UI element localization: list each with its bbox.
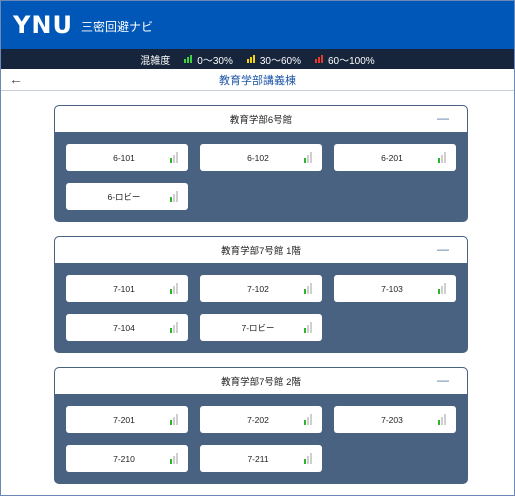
congestion-signal-icon	[438, 283, 446, 294]
collapse-icon[interactable]: —	[437, 111, 449, 125]
app-subtitle: 三密回避ナビ	[80, 20, 153, 34]
room-card[interactable]: 7-210	[66, 445, 188, 472]
room-label: 6-201	[381, 152, 403, 163]
section-header[interactable]: 教育学部6号館 —	[55, 106, 467, 132]
room-label: 7-210	[113, 453, 135, 464]
collapse-icon[interactable]: —	[437, 242, 449, 256]
section-title: 教育学部6号館	[229, 115, 293, 126]
room-label: 7-ロビー	[241, 322, 275, 333]
app-header: YNU 三密回避ナビ	[1, 1, 514, 49]
room-label: 7-203	[381, 414, 403, 425]
section-title: 教育学部7号館 2階	[221, 377, 301, 388]
room-card[interactable]: 6-201	[334, 144, 456, 171]
congestion-signal-icon	[438, 414, 446, 425]
congestion-signal-icon	[170, 152, 178, 163]
legend-label: 混雑度	[140, 55, 171, 67]
room-card[interactable]: 6-102	[200, 144, 322, 171]
room-label: 6-ロビー	[107, 191, 141, 202]
room-card[interactable]: 7-211	[200, 445, 322, 472]
congestion-signal-icon	[170, 191, 178, 202]
room-card[interactable]: 7-202	[200, 406, 322, 433]
section-header[interactable]: 教育学部7号館 2階 —	[55, 368, 467, 394]
congestion-legend: 混雑度 0〜30% 30〜60% 60〜100%	[1, 49, 514, 69]
room-grid: 7-201 7-202 7-203 7-210 7-211	[55, 394, 467, 483]
congestion-signal-icon	[170, 283, 178, 294]
room-label: 7-102	[247, 283, 269, 294]
room-grid: 7-101 7-102 7-103 7-104 7-ロビー	[55, 263, 467, 352]
congestion-signal-icon	[170, 414, 178, 425]
legend-range-mid: 30〜60%	[259, 55, 301, 67]
legend-range-low: 0〜30%	[197, 55, 233, 67]
signal-mid-icon	[246, 55, 255, 63]
room-card[interactable]: 7-104	[66, 314, 188, 341]
room-label: 7-201	[113, 414, 135, 425]
collapse-icon[interactable]: —	[437, 373, 449, 387]
legend-item-mid: 30〜60%	[246, 52, 301, 67]
room-card[interactable]: 7-103	[334, 275, 456, 302]
room-label: 7-211	[247, 453, 269, 464]
app-window: YNU 三密回避ナビ 混雑度 0〜30% 30〜60% 60〜100% ← 教育…	[0, 0, 515, 496]
room-grid: 6-101 6-102 6-201 6-ロビー	[55, 132, 467, 221]
room-label: 6-102	[247, 152, 269, 163]
congestion-signal-icon	[170, 322, 178, 333]
section-header[interactable]: 教育学部7号館 1階 —	[55, 237, 467, 263]
building-section: 教育学部6号館 — 6-101 6-102 6-201 6-ロビー	[54, 105, 468, 222]
room-card[interactable]: 7-102	[200, 275, 322, 302]
room-label: 7-104	[113, 322, 135, 333]
ynu-logo[interactable]: YNU	[13, 11, 73, 39]
room-card[interactable]: 7-201	[66, 406, 188, 433]
legend-item-high: 60〜100%	[315, 52, 375, 67]
congestion-signal-icon	[304, 453, 312, 464]
back-arrow-icon[interactable]: ←	[9, 71, 23, 87]
room-card[interactable]: 6-ロビー	[66, 183, 188, 210]
legend-range-high: 60〜100%	[328, 55, 375, 67]
room-label: 7-103	[381, 283, 403, 294]
congestion-signal-icon	[170, 453, 178, 464]
page-navbar: ← 教育学部講義棟	[1, 69, 514, 91]
room-label: 6-101	[113, 152, 135, 163]
page-title: 教育学部講義棟	[219, 74, 296, 87]
room-card[interactable]: 6-101	[66, 144, 188, 171]
congestion-signal-icon	[304, 283, 312, 294]
signal-high-icon	[315, 55, 323, 63]
building-section: 教育学部7号館 1階 — 7-101 7-102 7-103 7-104 7-ロビー	[54, 236, 468, 353]
congestion-signal-icon	[304, 322, 312, 333]
legend-item-low: 0〜30%	[184, 52, 233, 67]
room-card[interactable]: 7-ロビー	[200, 314, 322, 341]
signal-low-icon	[184, 55, 193, 63]
congestion-signal-icon	[438, 152, 446, 163]
congestion-signal-icon	[304, 152, 312, 163]
room-label: 7-202	[247, 414, 269, 425]
room-label: 7-101	[113, 283, 135, 294]
room-card[interactable]: 7-203	[334, 406, 456, 433]
building-sections: 教育学部6号館 — 6-101 6-102 6-201 6-ロビー教育学部7号館 1階 — 7…	[1, 91, 514, 484]
congestion-signal-icon	[304, 414, 312, 425]
section-title: 教育学部7号館 1階	[221, 246, 301, 257]
building-section: 教育学部7号館 2階 — 7-201 7-202 7-203 7-210 7-211	[54, 367, 468, 484]
room-card[interactable]: 7-101	[66, 275, 188, 302]
